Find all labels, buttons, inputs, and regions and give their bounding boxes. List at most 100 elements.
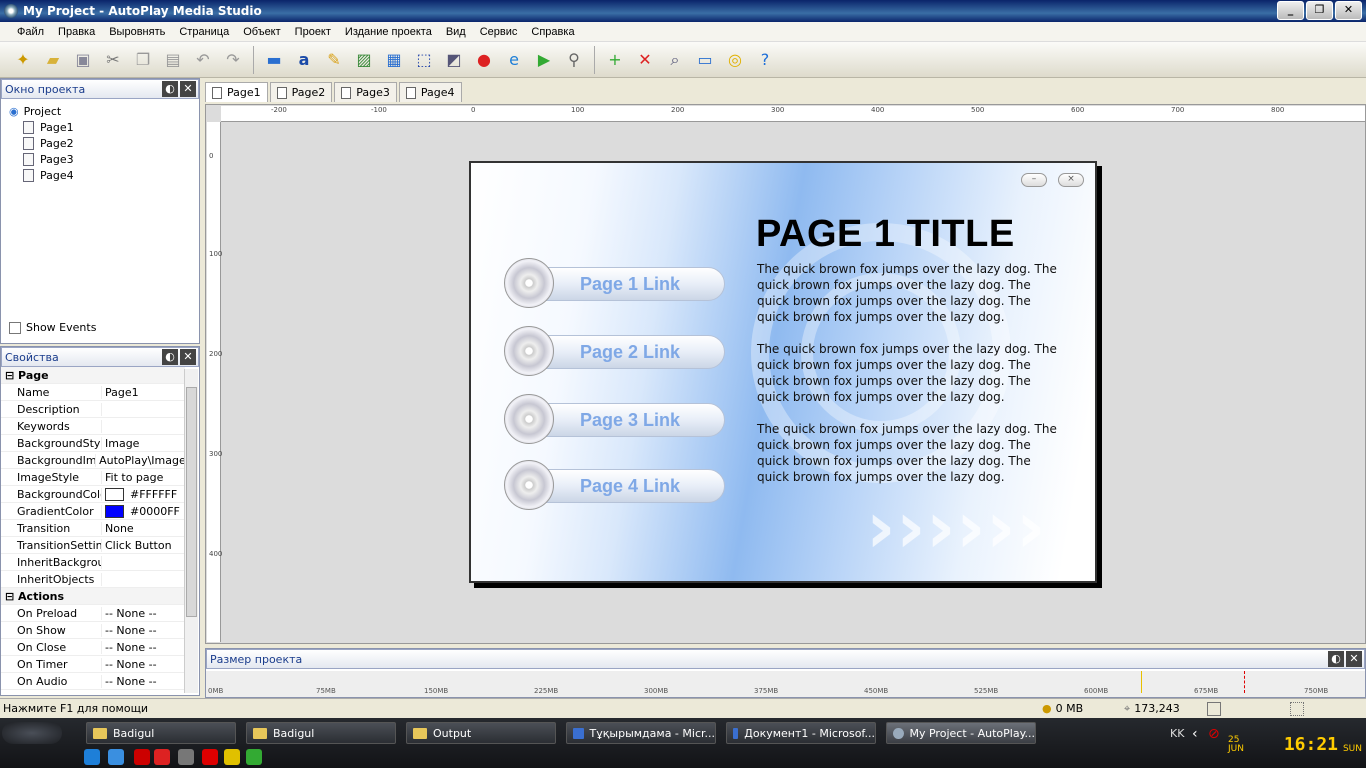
menu-help[interactable]: Справка (524, 26, 581, 38)
property-value[interactable]: Image (102, 437, 139, 450)
tab-page3[interactable]: Page3 (334, 82, 397, 102)
property-row-gradientcolor[interactable]: GradientColor #0000FF (1, 503, 185, 520)
property-value[interactable]: Click Button (102, 539, 172, 552)
property-value[interactable]: Page1 (102, 386, 139, 399)
property-value[interactable]: -- None -- (102, 624, 157, 637)
page4-link-button[interactable]: Page 4 Link (504, 460, 725, 510)
menu-project[interactable]: Проект (288, 26, 338, 38)
snap-toggle-icon[interactable] (1290, 701, 1304, 716)
action-row[interactable]: On Audio -- None -- (1, 673, 185, 690)
menu-object[interactable]: Объект (236, 26, 287, 38)
app-icon[interactable] (224, 749, 240, 765)
media-player-icon[interactable]: ▶ (531, 47, 557, 73)
antivirus-icon[interactable]: ⊘ (1208, 726, 1220, 742)
start-button[interactable] (2, 722, 62, 744)
cut-icon[interactable]: ✂ (100, 47, 126, 73)
menu-file[interactable]: Файл (10, 26, 51, 38)
property-row-bgcolor[interactable]: BackgroundColor #FFFFFF (1, 486, 185, 503)
app-icon[interactable] (246, 749, 262, 765)
close-button[interactable]: ✕ (1335, 1, 1362, 20)
add-page-icon[interactable]: + (602, 47, 628, 73)
pin-icon[interactable]: ◐ (162, 349, 178, 365)
property-row[interactable]: Transition None (1, 520, 185, 537)
property-value[interactable]: -- None -- (102, 641, 157, 654)
menu-page[interactable]: Страница (172, 26, 236, 38)
tray-expand-icon[interactable]: ‹ (1192, 726, 1198, 742)
pin-icon[interactable]: ◐ (1328, 651, 1344, 667)
help-icon[interactable]: ? (752, 47, 778, 73)
properties-scrollbar[interactable] (184, 369, 198, 693)
action-row[interactable]: On Preload -- None -- (1, 605, 185, 622)
copy-icon[interactable]: ❐ (130, 47, 156, 73)
property-row[interactable]: ImageStyle Fit to page (1, 469, 185, 486)
property-value[interactable]: -- None -- (102, 658, 157, 671)
hotspot-object-icon[interactable]: ⬚ (411, 47, 437, 73)
tree-item-page4[interactable]: Page4 (9, 167, 199, 183)
computer-icon[interactable]: ▭ (692, 47, 718, 73)
page3-link-button[interactable]: Page 3 Link (504, 394, 725, 444)
property-value[interactable]: #0000FF (130, 505, 180, 518)
page1-link-button[interactable]: Page 1 Link (504, 258, 725, 308)
close-icon[interactable]: ✕ (180, 349, 196, 365)
app-icon[interactable] (154, 749, 170, 765)
menu-tools[interactable]: Сервис (473, 26, 525, 38)
video-object-icon[interactable]: ◩ (441, 47, 467, 73)
menu-publish[interactable]: Издание проекта (338, 26, 439, 38)
redo-icon[interactable]: ↷ (220, 47, 246, 73)
property-value[interactable]: -- None -- (102, 675, 157, 688)
pin-icon[interactable]: ◐ (162, 81, 178, 97)
task-badigul-2[interactable]: Badigul (246, 722, 396, 744)
maximize-button[interactable]: ❐ (1306, 1, 1333, 20)
delete-page-icon[interactable]: ✕ (632, 47, 658, 73)
property-row[interactable]: Name Page1 (1, 384, 185, 401)
menu-edit[interactable]: Правка (51, 26, 102, 38)
task-word-2[interactable]: Документ1 - Microsof... (726, 722, 876, 744)
tree-item-page1[interactable]: Page1 (9, 119, 199, 135)
label-object-icon[interactable]: a (291, 47, 317, 73)
image-object-icon[interactable]: ▨ (351, 47, 377, 73)
property-row[interactable]: InheritBackground (1, 554, 185, 571)
task-word-1[interactable]: Тұқырымдама - Micr... (566, 722, 716, 744)
page2-link-button[interactable]: Page 2 Link (504, 326, 725, 376)
opera-icon[interactable] (134, 749, 150, 765)
menu-view[interactable]: Вид (439, 26, 473, 38)
page-paragraph[interactable]: The quick brown fox jumps over the lazy … (757, 421, 1062, 485)
property-value[interactable]: #FFFFFF (130, 488, 177, 501)
build-cd-icon[interactable]: ◎ (722, 47, 748, 73)
language-indicator[interactable]: KK (1170, 727, 1184, 740)
tab-page2[interactable]: Page2 (269, 82, 333, 102)
property-row[interactable]: Keywords (1, 418, 185, 435)
section-page[interactable]: ⊟ Page (1, 367, 185, 384)
search-icon[interactable]: ⚲ (561, 47, 587, 73)
save-icon[interactable]: ▣ (70, 47, 96, 73)
paste-icon[interactable]: ▤ (160, 47, 186, 73)
tab-page4[interactable]: Page4 (398, 82, 462, 102)
task-badigul-1[interactable]: Badigul (86, 722, 236, 744)
tree-item-page3[interactable]: Page3 (9, 151, 199, 167)
preview-icon[interactable]: ⌕ (662, 47, 688, 73)
property-row[interactable]: TransitionSettingsClick Button (1, 537, 185, 554)
task-autoplay[interactable]: My Project - AutoPlay... (886, 722, 1036, 744)
page-paragraph[interactable]: The quick brown fox jumps over the lazy … (757, 261, 1062, 325)
tray-clock[interactable]: 16:21 (1284, 734, 1338, 755)
open-folder-icon[interactable]: ▰ (40, 47, 66, 73)
page-preview[interactable]: – × PAGE 1 TITLE The quick brown fox jum… (469, 161, 1097, 583)
listbox-object-icon[interactable]: ▦ (381, 47, 407, 73)
flash-object-icon[interactable]: ● (471, 47, 497, 73)
page-close-button[interactable]: × (1058, 173, 1084, 187)
web-object-icon[interactable]: e (501, 47, 527, 73)
property-row[interactable]: InheritObjects (1, 571, 185, 588)
scrollbar-thumb[interactable] (186, 387, 197, 617)
property-row[interactable]: Description (1, 401, 185, 418)
property-value[interactable]: -- None -- (102, 607, 157, 620)
app-icon[interactable] (178, 749, 194, 765)
page-paragraph[interactable]: The quick brown fox jumps over the lazy … (757, 341, 1062, 405)
button-object-icon[interactable]: ▬ (261, 47, 287, 73)
show-events-checkbox[interactable] (9, 321, 21, 334)
tree-item-page2[interactable]: Page2 (9, 135, 199, 151)
property-value[interactable]: AutoPlay\Images (96, 454, 185, 467)
property-value[interactable]: Fit to page (102, 471, 163, 484)
menu-align[interactable]: Выровнять (102, 26, 172, 38)
tab-page1[interactable]: Page1 (205, 82, 268, 102)
task-output[interactable]: Output (406, 722, 556, 744)
